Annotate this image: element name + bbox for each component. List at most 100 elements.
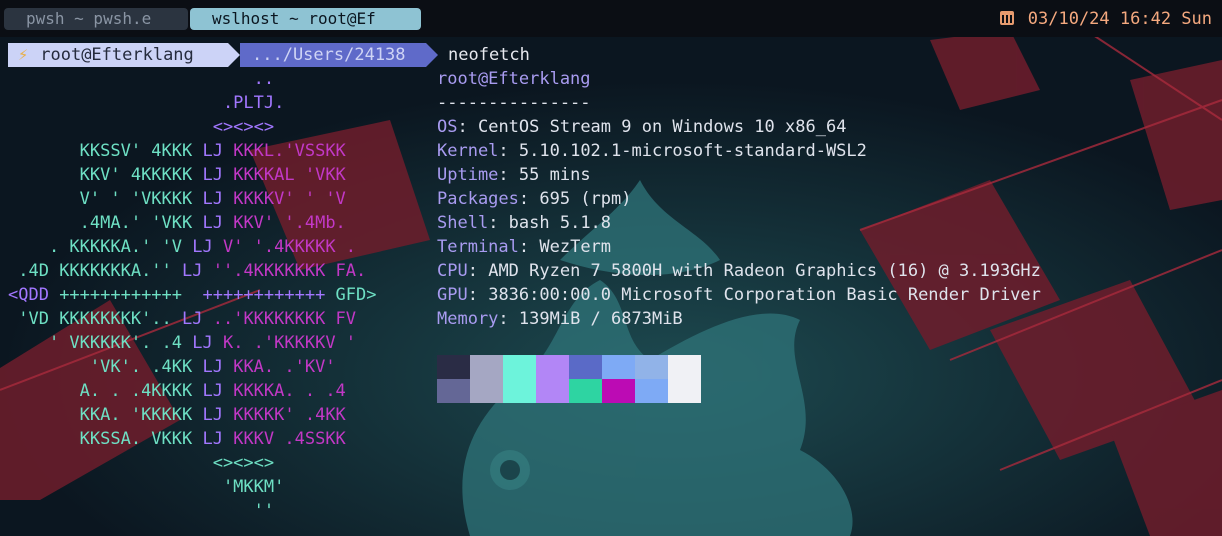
ascii-logo-segment: LJ [202,381,234,401]
ascii-logo-segment: KKV' 4KKKKK [79,165,203,185]
ascii-logo-segment: ++++++++++++ [59,285,203,305]
ascii-logo-segment: LJ [202,357,234,377]
ascii-logo-segment: ..'KKKKKKKK FV [212,309,357,329]
ascii-logo-segment: KKSSA. VKKK [79,429,203,449]
ascii-logo-line: . KKKKKA.' 'V LJ V' '.4KKKKK . [8,235,377,259]
system-info: root@Efterklang --------------- OS: Cent… [437,67,1041,331]
tab-wslhost[interactable]: wslhost ~ root@Ef [190,8,421,30]
ascii-logo-segment: . KKKKKA.' 'V [48,237,193,257]
ascii-logo-line: KKA. 'KKKKK LJ KKKKK' .4KK [8,403,377,427]
color-swatch [503,355,536,379]
info-field-gpu: GPU: 3836:00:00.0 Microsoft Corporation … [437,285,1041,305]
ascii-logo-segment: <><><> [212,117,275,137]
ascii-logo-segment: 'MKKM' [222,477,285,497]
command-text: neofetch [448,45,530,65]
ascii-logo-segment: .4MA.' 'VKK [79,213,203,233]
ascii-logo-segment: KKKKV' ' 'V [233,189,346,209]
ascii-logo-line: V' ' 'VKKKK LJ KKKKV' ' 'V [8,187,377,211]
color-swatch [536,355,569,379]
info-key: Uptime [437,165,499,185]
ascii-logo-segment: KKA. 'KKKKK [79,405,203,425]
info-key: OS [437,117,458,137]
ascii-logo-line: .4D KKKKKKKA.'' LJ ''.4KKKKKKK FA. [8,259,377,283]
ascii-logo-segment: KKSSV' 4KKK [79,141,203,161]
info-key: Terminal [437,237,519,257]
color-swatch [569,355,602,379]
ascii-logo-segment: LJ [202,141,234,161]
ascii-logo-line: <><><> [8,451,377,475]
ascii-logo-segment: LJ [202,405,234,425]
calendar-icon [999,11,1014,25]
ascii-logo-line: KKSSV' 4KKK LJ KKKL.'VSSKK [8,139,377,163]
info-fields: OS: CentOS Stream 9 on Windows 10 x86_64… [437,115,1041,331]
tab-bar: pwsh ~ pwsh.e wslhost ~ root@Ef 03/10/24… [0,0,1222,37]
ascii-logo-segment: 'VD KKKKKKKK'.. [18,309,183,329]
ascii-logo-segment: V' ' 'VKKKK [79,189,203,209]
color-swatch [668,355,701,379]
ascii-logo-segment: KKV' '.4Mb. [233,213,346,233]
ascii-logo-segment: KKKKAL 'VKK [233,165,346,185]
tab-pwsh[interactable]: pwsh ~ pwsh.e [4,8,188,30]
info-value: 695 (rpm) [539,189,632,209]
info-field-os: OS: CentOS Stream 9 on Windows 10 x86_64 [437,117,847,137]
ascii-logo-segment: GFD> [335,285,377,305]
ascii-logo-segment: KKKKA. . .4 [233,381,346,401]
info-user-host: root@Efterklang [437,69,591,89]
prompt-user-host: root@Efterklang [40,45,194,65]
ascii-logo-segment: LJ [202,189,234,209]
ascii-logo-segment: <><><> [212,453,275,473]
datetime-text: 03/10/24 16:42 Sun [1027,9,1212,29]
ascii-logo-segment: A. . .4KKKK [79,381,203,401]
color-swatch [470,379,503,403]
palette-row [437,355,701,379]
info-field-memory: Memory: 139MiB / 6873MiB [437,309,683,329]
info-key: Memory [437,309,499,329]
ascii-logo-line: ' VKKKKK'. .4 LJ K. .'KKKKKV ' [8,331,377,355]
color-swatch [635,355,668,379]
ascii-logo-line: <><><> [8,115,377,139]
ascii-logo-segment: LJ [202,429,234,449]
ascii-logo-segment: ''.4KKKKKKK FA. [212,261,367,281]
ascii-logo-segment: ++++++++++++ [202,285,336,305]
ascii-logo-segment: KKKKK' .4KK [233,405,346,425]
info-value: 139MiB / 6873MiB [518,309,683,329]
color-swatch [668,379,701,403]
info-key: Packages [437,189,519,209]
color-swatch [503,379,536,403]
ascii-logo-segment: KKKV .4SSKK [233,429,346,449]
ascii-logo-line: KKSSA. VKKK LJ KKKV .4SSKK [8,427,377,451]
ascii-logo-segment: KKA. .'KV' [233,357,336,377]
info-field-uptime: Uptime: 55 mins [437,165,591,185]
info-value: 3836:00:00.0 Microsoft Corporation Basic… [488,285,1041,305]
ascii-logo-segment: K. .'KKKKKV ' [222,333,357,353]
ascii-logo-segment: 'VK'. .4KK [89,357,203,377]
ascii-logo-segment: LJ [192,237,223,257]
ascii-logo: .. .PLTJ. <><><> KKSSV' 4KKK LJ KKKL.'VS… [8,67,377,523]
ascii-logo-line: .PLTJ. [8,91,377,115]
info-value: AMD Ryzen 7 5800H with Radeon Graphics (… [488,261,1041,281]
info-field-kernel: Kernel: 5.10.102.1-microsoft-standard-WS… [437,141,867,161]
ascii-logo-line: '' [8,499,377,523]
info-field-shell: Shell: bash 5.1.8 [437,213,612,233]
info-value: WezTerm [539,237,612,257]
color-swatch [602,379,635,403]
ascii-logo-segment: KKKL.'VSSKK [233,141,346,161]
prompt-user-segment: ⚡ root@Efterklang [8,43,228,67]
prompt-path: .../Users/24138 [252,45,406,65]
color-palette [437,355,701,403]
ascii-logo-segment: LJ [182,261,213,281]
ascii-logo-segment: <QDD [8,285,60,305]
info-field-packages: Packages: 695 (rpm) [437,189,632,209]
color-swatch [437,355,470,379]
color-swatch [569,379,602,403]
powerline-arrow [426,43,438,67]
info-key: CPU [437,261,468,281]
ascii-logo-segment: LJ [182,309,213,329]
color-swatch [602,355,635,379]
powerline-arrow [228,43,240,67]
ascii-logo-segment: ' VKKKKK'. .4 [48,333,193,353]
ascii-logo-segment: .PLTJ. [222,93,285,113]
ascii-logo-line: 'MKKM' [8,475,377,499]
ascii-logo-line: .. [8,67,377,91]
info-separator: --------------- [437,93,591,113]
